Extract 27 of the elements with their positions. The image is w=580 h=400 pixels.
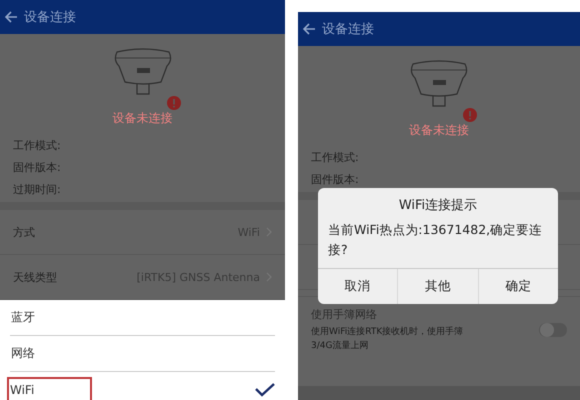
toggle-switch[interactable] [539,323,567,337]
back-arrow-icon[interactable] [5,11,18,23]
header-title: 设备连接 [24,9,76,26]
setting-label: 方式 [13,224,35,240]
header-title: 设备连接 [322,21,374,38]
option-item[interactable]: WiFi [9,378,90,400]
dialog-button[interactable]: 其他 [397,269,478,304]
info-label: 工作模式: [13,138,62,154]
dialog-message: 当前WiFi热点为:13671482,确定要连接? [327,221,544,259]
dialog-button[interactable]: 确定 [478,269,558,304]
info-label: 固件版本: [311,172,360,188]
option-item[interactable]: 网络 [10,343,36,364]
connection-status: 设备未连接 [408,122,470,139]
option-description: 使用WiFi连接RTK接收机时，使用手簿3/4G流量上网 [311,326,464,353]
info-label: 工作模式: [311,150,360,166]
connection-status: 设备未连接 [112,110,174,127]
warning-icon [166,96,180,110]
option-title: 使用手簿网络 [311,307,378,322]
setting-label: 天线类型 [13,270,57,284]
dialog-button[interactable]: 取消 [318,269,398,304]
info-label: 过期时间: [13,182,62,198]
info-label: 固件版本: [13,160,62,176]
check-icon [255,382,275,396]
option-item[interactable]: 蓝牙 [10,307,36,328]
back-arrow-icon[interactable] [303,23,316,35]
dialog-title: WiFi连接提示 [398,197,478,214]
warning-icon [463,108,477,122]
